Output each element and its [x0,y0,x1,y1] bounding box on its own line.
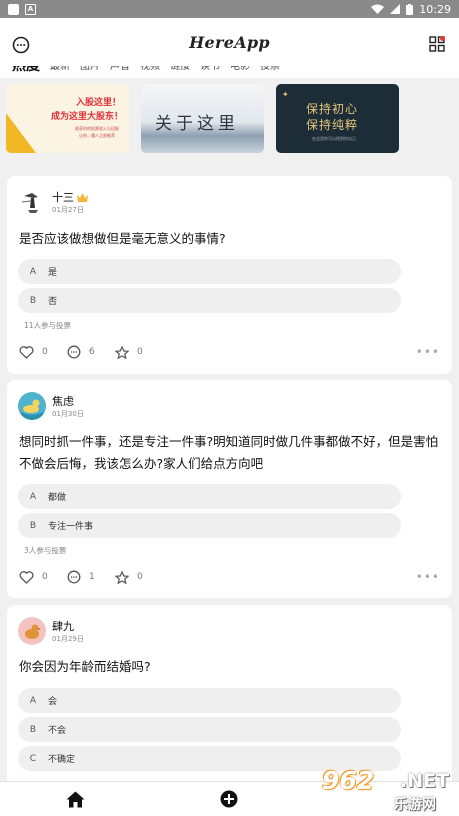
chat-icon[interactable] [12,36,30,58]
comment-button[interactable]: 1 [67,570,115,584]
option-text: 不会 [48,726,67,736]
post-date: 01月29日 [52,635,84,643]
battery-icon [406,3,414,15]
favorite-button[interactable]: 0 [115,570,163,584]
vote-count: 3人参与投票 [24,546,67,555]
option-letter: A [29,491,36,502]
like-button[interactable]: 0 [19,345,67,359]
banner-line: 在这里你可以找到你自己 [312,136,356,141]
banner-decoration [6,113,36,153]
watermark-site: 乐游网 [394,797,436,813]
vote-option[interactable]: B 否 [18,288,401,313]
like-button[interactable]: 0 [19,570,67,584]
top-bar: HereApp [0,18,459,66]
banner-line: 入股这里！ [75,98,121,108]
vote-option[interactable]: A 会 [18,688,401,713]
app-logo: HereApp [189,32,270,52]
avatar[interactable] [18,617,46,645]
more-options-icon[interactable]: ••• [416,570,440,584]
banner-line: 保持纯粹 [306,118,359,132]
watermark-number: 962 [322,766,375,795]
option-text: 都做 [48,493,67,503]
crown-icon [77,192,88,202]
star-icon [115,345,129,359]
comment-count: 6 [89,347,95,357]
option-letter: B [29,724,36,735]
banner-line: 保持初心 [306,102,359,116]
option-letter: B [29,520,36,531]
heart-icon [19,345,34,359]
grid-menu-icon[interactable] [429,36,445,56]
more-options-icon[interactable]: ••• [416,345,440,359]
post-question: 想同时抓一件事，还是专注一件事?明知道同时做几件事都做不好，但是害怕不做会后悔，… [19,434,439,471]
vote-option[interactable]: A 都做 [18,484,401,509]
option-text: 不确定 [48,755,76,765]
status-bar: A 10:29 [0,0,459,18]
watermark-net: .NET [400,770,450,792]
banner-line: 让你，遇人之前推荐 [79,133,115,138]
vote-option[interactable]: A 是 [18,259,401,284]
favorite-button[interactable]: 0 [115,345,163,359]
notification-icon [8,3,19,15]
comment-icon [67,570,81,584]
avatar[interactable] [18,392,46,420]
banner-invest[interactable]: 入股这里！ 成为这里大股东！ 收获你的投票收入与回报 让你，遇人之前推荐 [6,84,129,153]
star-count: 0 [137,347,143,357]
post-actions: 0 6 0 ••• [19,344,440,360]
username-text: 十三 [52,191,74,204]
post-question: 是否应该做想做但是毫无意义的事情? [19,231,226,246]
home-icon[interactable] [66,791,85,812]
banner-original[interactable]: ✦ 保持初心 保持纯粹 在这里你可以找到你自己 [276,84,399,153]
comment-icon [67,345,81,359]
signal-icon [390,4,401,14]
username[interactable]: 焦虑 [52,393,74,409]
banner-about[interactable]: 关于这里 [141,84,264,153]
option-text: 会 [48,697,58,707]
vote-option[interactable]: B 专注一件事 [18,513,401,538]
heart-icon [19,570,34,584]
post-date: 01月27日 [52,206,84,214]
banner-title: 关于这里 [155,114,239,134]
banner-line: 成为这里大股东！ [50,112,123,122]
banner-line: 收获你的投票收入与回报 [75,126,119,131]
option-text: 是 [48,268,58,278]
option-text: 专注一件事 [48,522,94,532]
avatar[interactable] [18,188,46,216]
like-count: 0 [42,347,48,357]
app-notification-icon: A [25,3,36,15]
like-count: 0 [42,572,48,582]
post-actions: 0 1 0 ••• [19,569,440,585]
username[interactable]: 十三 [52,189,88,205]
wifi-icon [371,4,385,14]
username[interactable]: 肆九 [52,618,74,634]
clock: 10:29 [419,2,451,16]
option-letter: C [29,753,36,764]
option-letter: A [29,695,36,706]
sparkle-icon: ✦ [282,90,289,99]
comment-button[interactable]: 6 [67,345,115,359]
post-card[interactable]: 十三 01月27日 是否应该做想做但是毫无意义的事情? A 是 B 否 11人参… [7,176,452,374]
username-text: 焦虑 [52,395,74,408]
banner-carousel: 入股这里！ 成为这里大股东！ 收获你的投票收入与回报 让你，遇人之前推荐 关于这… [0,78,459,154]
add-post-icon[interactable] [220,790,238,812]
vote-option[interactable]: B 不会 [18,717,401,742]
post-date: 01月30日 [52,410,84,418]
comment-count: 1 [89,572,95,582]
option-text: 否 [48,297,58,307]
username-text: 肆九 [52,620,74,633]
option-letter: B [29,295,36,306]
vote-count: 11人参与投票 [24,321,72,330]
post-question: 你会因为年龄而结婚吗? [19,659,151,674]
star-count: 0 [137,572,143,582]
post-card[interactable]: 焦虑 01月30日 想同时抓一件事，还是专注一件事?明知道同时做几件事都做不好，… [7,380,452,598]
watermark-logo: 962 .NET 乐游网 [322,766,456,814]
option-letter: A [29,266,36,277]
star-icon [115,570,129,584]
